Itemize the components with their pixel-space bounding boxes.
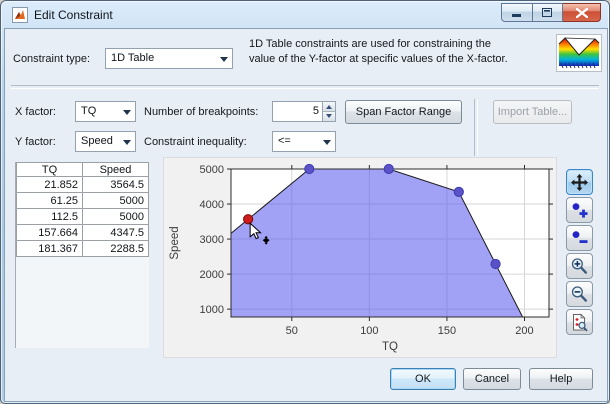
cancel-button[interactable]: Cancel	[463, 368, 521, 390]
inequality-label: Constraint inequality:	[144, 136, 247, 148]
description-line1: 1D Table constraints are used for constr…	[249, 38, 491, 50]
x-factor-dropdown[interactable]: TQ	[75, 101, 136, 122]
breakpoints-value: 5	[312, 105, 319, 117]
maximize-button[interactable]	[532, 3, 563, 22]
y-tick-label: 2000	[200, 269, 224, 281]
table-header: TQ	[16, 162, 83, 177]
surface-plot-icon	[558, 37, 600, 69]
table-cell[interactable]: 61.25	[16, 192, 83, 209]
separator	[11, 85, 599, 89]
table-row[interactable]: 61.25 5000	[16, 192, 149, 209]
titlebar[interactable]: Edit Constraint	[1, 1, 609, 28]
breakpoints-label: Number of breakpoints:	[144, 106, 259, 118]
chevron-down-icon	[323, 140, 331, 145]
breakpoint-marker[interactable]	[383, 163, 394, 175]
add-point-icon	[572, 203, 588, 218]
table-cell[interactable]: 181.367	[16, 240, 83, 257]
minimize-button[interactable]	[501, 3, 532, 22]
zoom-in-icon	[571, 258, 588, 274]
constraint-chart-panel: 50 100 150 200 1000 2000 3000 4000 5000 TQ Speed	[163, 157, 557, 358]
reset-zoom-icon	[573, 313, 588, 332]
y-tick-label: 3000	[200, 234, 224, 246]
spinner-up-button[interactable]	[322, 102, 335, 112]
breakpoint-marker[interactable]	[304, 163, 315, 175]
selected-breakpoint-marker[interactable]	[243, 214, 254, 225]
description-line2: value of the Y-factor at specific values…	[249, 53, 508, 65]
constraint-chart[interactable]: 50 100 150 200 1000 2000 3000 4000 5000 TQ Speed	[164, 158, 556, 357]
table-cell[interactable]: 112.5	[16, 208, 83, 225]
x-axis-label: TQ	[382, 341, 398, 353]
reset-zoom-button[interactable]	[566, 309, 593, 335]
table-header: Speed	[82, 162, 149, 177]
x-tick-label: 100	[360, 325, 378, 337]
constraint-type-icon	[556, 34, 602, 72]
table-row[interactable]: 157.664 4347.5	[16, 224, 149, 241]
breakpoint-marker[interactable]	[453, 186, 464, 197]
ok-button[interactable]: OK	[390, 368, 456, 390]
y-factor-label: Y factor:	[15, 136, 56, 148]
close-button[interactable]	[563, 3, 601, 22]
y-factor-value: Speed	[81, 135, 113, 147]
breakpoints-spinner[interactable]: 5	[272, 101, 336, 122]
table-cell[interactable]: 4347.5	[82, 224, 149, 241]
table-cell[interactable]: 2288.5	[82, 240, 149, 257]
chevron-down-icon	[123, 140, 131, 145]
app-icon	[12, 7, 28, 23]
table-cell[interactable]: 157.664	[16, 224, 83, 241]
add-point-button[interactable]	[566, 197, 593, 223]
zoom-out-button[interactable]	[566, 281, 593, 307]
x-tick-label: 200	[515, 325, 533, 337]
edit-constraint-dialog: Edit Constraint Constraint type: 1D Tabl…	[0, 0, 610, 404]
x-factor-label: X factor:	[15, 106, 56, 118]
breakpoint-marker[interactable]	[490, 258, 501, 270]
constraint-type-dropdown[interactable]: 1D Table	[105, 48, 233, 69]
y-tick-label: 4000	[200, 199, 224, 211]
table-cell[interactable]: 21.852	[16, 176, 83, 193]
span-factor-range-button[interactable]: Span Factor Range	[345, 100, 462, 124]
minimize-icon	[512, 14, 521, 17]
maximize-icon	[542, 8, 552, 17]
breakpoint-table-pane: TQ Speed 21.852 3564.5 61.25 5000 112.5 5000 157…	[15, 162, 149, 348]
inequality-dropdown[interactable]: <=	[272, 131, 336, 152]
chevron-down-icon	[123, 110, 131, 115]
down-arrow-icon	[326, 114, 332, 118]
table-row[interactable]: 112.5 5000	[16, 208, 149, 225]
table-row[interactable]: 181.367 2288.5	[16, 240, 149, 257]
y-tick-label: 5000	[200, 164, 224, 176]
x-tick-label: 150	[438, 325, 456, 337]
separator	[474, 99, 478, 156]
breakpoint-table[interactable]: TQ Speed 21.852 3564.5 61.25 5000 112.5 5000 157…	[16, 162, 149, 257]
chevron-down-icon	[220, 57, 228, 62]
table-cell[interactable]: 3564.5	[82, 176, 149, 193]
window-title: Edit Constraint	[34, 8, 113, 22]
up-arrow-icon	[326, 105, 332, 109]
pan-icon	[571, 174, 588, 191]
y-tick-label: 1000	[200, 304, 224, 316]
y-factor-dropdown[interactable]: Speed	[75, 131, 136, 152]
y-axis-label: Speed	[169, 226, 181, 259]
help-button[interactable]: Help	[529, 368, 593, 390]
table-row[interactable]: 21.852 3564.5	[16, 176, 149, 193]
spinner-down-button[interactable]	[322, 112, 335, 121]
zoom-in-button[interactable]	[566, 253, 593, 279]
table-cell[interactable]: 5000	[82, 208, 149, 225]
constraint-type-value: 1D Table	[111, 52, 155, 64]
table-cell[interactable]: 5000	[82, 192, 149, 209]
constraint-type-label: Constraint type:	[13, 53, 91, 65]
remove-point-button[interactable]	[566, 225, 593, 251]
zoom-out-icon	[571, 286, 588, 302]
remove-point-icon	[572, 231, 588, 243]
pan-tool-button[interactable]	[566, 169, 593, 195]
inequality-value: <=	[278, 135, 291, 147]
import-table-button[interactable]: Import Table...	[493, 100, 572, 124]
close-icon	[575, 8, 588, 18]
x-factor-value: TQ	[81, 105, 97, 117]
x-tick-label: 50	[286, 325, 298, 337]
